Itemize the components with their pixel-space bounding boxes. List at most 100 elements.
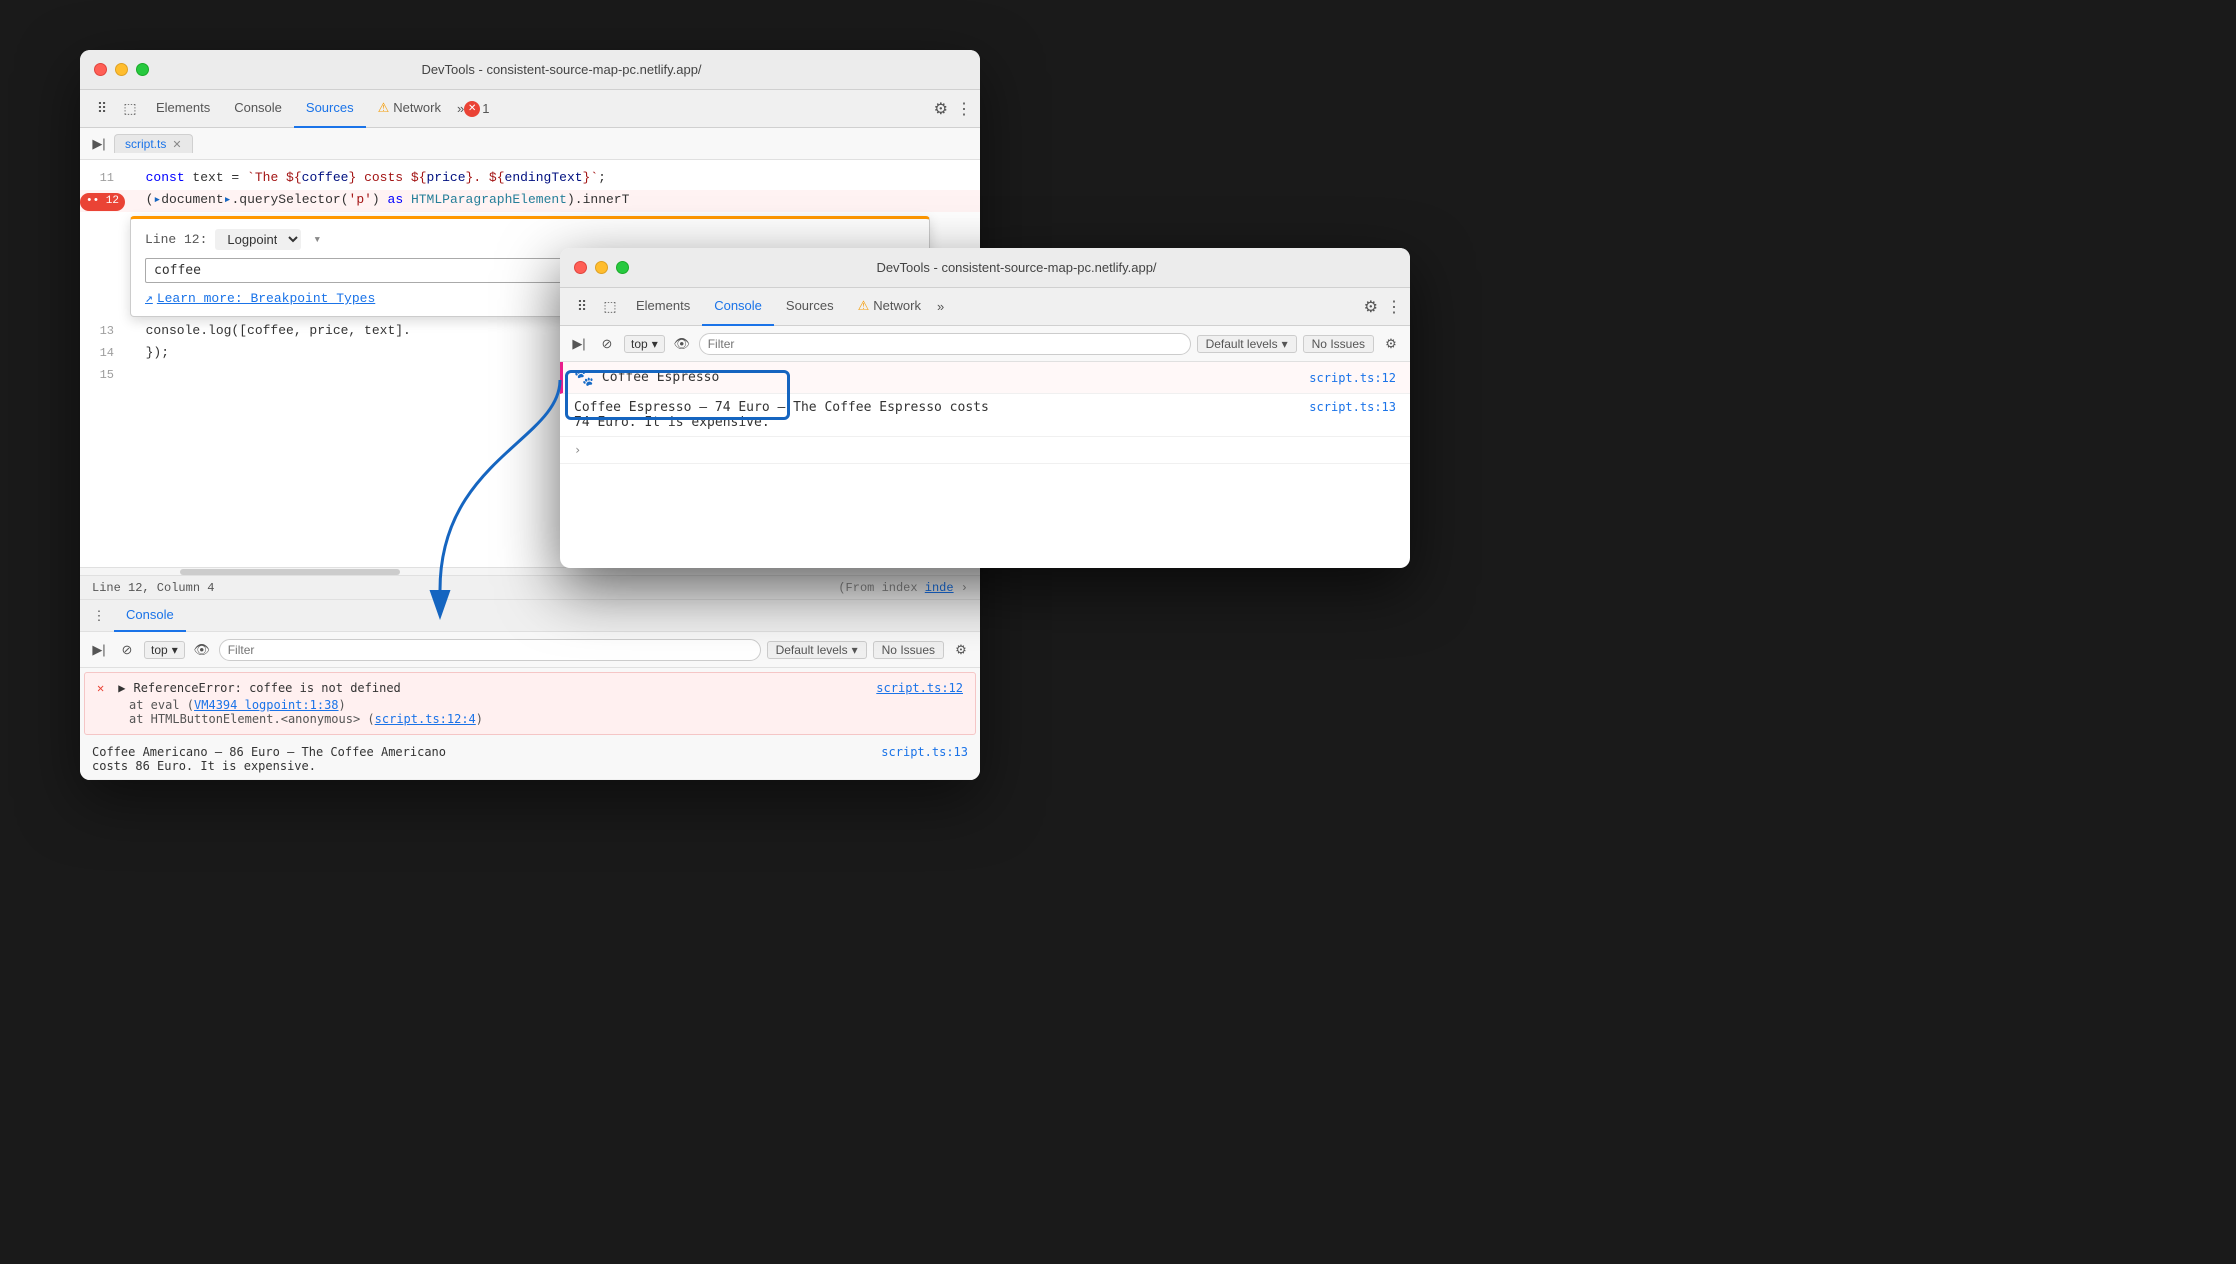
sidebar-toggle-button[interactable]: ▶| [88,133,110,155]
espresso-detail-text: Coffee Espresso – 74 Euro – The Coffee E… [574,400,1301,430]
front-tab-console[interactable]: Console [702,288,774,326]
console-tab-bar: ⋮ Console [80,600,980,632]
more-options-icon[interactable]: ⋮ [956,99,972,119]
error-badge: ✕ [464,101,480,117]
back-block-icon[interactable]: ⊘ [116,639,138,661]
front-device-icon[interactable]: ⬚ [596,293,624,321]
front-devtools-tabs: ⠿ ⬚ Elements Console Sources ⚠ Network »… [560,288,1410,326]
back-devtools-tabs: ⠿ ⬚ Elements Console Sources ⚠ Network »… [80,90,980,128]
logpoint-header: Line 12: Logpoint ▾ [145,229,915,250]
back-sidebar-icon[interactable]: ▶| [88,639,110,661]
minimize-button[interactable] [115,63,128,76]
breakpoint-marker: •• 12 [80,193,125,211]
code-line-11: 11 const text = `The ${coffee} costs ${p… [80,168,980,190]
back-top-badge[interactable]: top ▾ [144,641,185,659]
front-tab-elements[interactable]: Elements [624,288,702,326]
script-link[interactable]: script.ts:12:4 [375,712,476,726]
front-filter-input[interactable] [699,333,1191,355]
back-titlebar: DevTools - consistent-source-map-pc.netl… [80,50,980,90]
expand-triangle[interactable]: ▶ [118,681,125,695]
maximize-button[interactable] [136,63,149,76]
front-console-content: ▶| ⊘ top ▾ 👁 Default levels ▾ No Issues … [560,326,1410,568]
close-file-tab-icon[interactable]: ✕ [172,138,181,151]
front-console-toolbar: ▶| ⊘ top ▾ 👁 Default levels ▾ No Issues … [560,326,1410,362]
panel-icon[interactable]: ⠿ [88,95,116,123]
chevron-down-icon: ▾ [172,643,178,657]
back-filter-input[interactable] [219,639,761,661]
line-number-14: 14 [80,343,130,363]
front-tab-sources[interactable]: Sources [774,288,846,326]
logpoint-line-label: Line 12: [145,232,207,247]
back-console-toolbar: ▶| ⊘ top ▾ 👁 Default levels ▾ No Issues … [80,632,980,668]
more-tabs-icon[interactable]: » [457,101,464,116]
expand-arrow-icon[interactable]: › [574,443,581,457]
back-no-issues: No Issues [873,641,944,659]
front-no-issues: No Issues [1303,335,1374,353]
espresso-log-text: Coffee Espresso [602,370,1301,385]
front-minimize-button[interactable] [595,261,608,274]
status-bar: Line 12, Column 4 (From index inde › [80,575,980,599]
gear-icon[interactable]: ⚙ [934,99,948,119]
front-panel-icon[interactable]: ⠿ [568,293,596,321]
front-block-icon[interactable]: ⊘ [596,333,618,355]
error-count: 1 [482,101,489,116]
file-tab-script[interactable]: script.ts ✕ [114,134,193,153]
front-warning-icon: ⚠ [858,298,870,314]
code-line-12: •• 12 (▸document▸.querySelector('p') as … [80,190,980,212]
expand-icon[interactable]: › [961,581,968,595]
chevron-down-icon: ▾ [852,643,858,657]
americano-log-row: Coffee Americano – 86 Euro – The Coffee … [80,739,980,780]
error-detail-2: at HTMLButtonElement.<anonymous> (script… [97,712,963,726]
espresso-log-link[interactable]: script.ts:12 [1309,371,1396,385]
line-content-12: (▸document▸.querySelector('p') as HTMLPa… [130,190,980,211]
back-eye-icon[interactable]: 👁 [191,639,213,661]
espresso-detail-row: Coffee Espresso – 74 Euro – The Coffee E… [560,394,1410,437]
espresso-icon: 🐾 [574,368,594,387]
americano-log-link[interactable]: script.ts:13 [881,745,968,773]
front-top-badge[interactable]: top ▾ [624,335,665,353]
device-icon[interactable]: ⬚ [116,95,144,123]
front-close-button[interactable] [574,261,587,274]
front-maximize-button[interactable] [616,261,629,274]
external-link-icon: ↗ [145,291,153,306]
logpoint-type-select[interactable]: Logpoint [215,229,301,250]
devtools-front-window: DevTools - consistent-source-map-pc.netl… [560,248,1410,568]
tab-console[interactable]: Console [222,90,294,128]
front-titlebar: DevTools - consistent-source-map-pc.netl… [560,248,1410,288]
back-default-levels[interactable]: Default levels ▾ [767,641,867,659]
front-chevron-down-icon-2: ▾ [1282,337,1288,351]
tab-elements[interactable]: Elements [144,90,222,128]
horizontal-scrollbar[interactable] [80,567,980,575]
americano-log-text: Coffee Americano – 86 Euro – The Coffee … [92,745,869,773]
line-content-11: const text = `The ${coffee} costs ${pric… [130,168,980,189]
front-more-tabs-icon[interactable]: » [937,299,944,314]
espresso-detail-link[interactable]: script.ts:13 [1309,400,1396,414]
file-tab-bar: ▶| script.ts ✕ [80,128,980,160]
front-gear-icon[interactable]: ⚙ [1364,297,1378,317]
front-default-levels[interactable]: Default levels ▾ [1197,335,1297,353]
file-tab-name: script.ts [125,137,166,151]
front-tab-network[interactable]: ⚠ Network [846,288,933,326]
line-number-11: 11 [80,168,130,188]
front-more-options-icon[interactable]: ⋮ [1386,297,1402,317]
espresso-log-row: 🐾 Coffee Espresso script.ts:12 [560,362,1410,394]
front-chevron-down-icon: ▾ [652,337,658,351]
back-settings-icon[interactable]: ⚙ [950,639,972,661]
error-detail-1: at eval (VM4394 logpoint:1:38) [97,698,963,712]
tab-network[interactable]: ⚠ Network [366,90,453,128]
from-status: (From index inde › [838,581,968,595]
error-link-1[interactable]: script.ts:12 [876,681,963,695]
close-button[interactable] [94,63,107,76]
expand-row: › [560,437,1410,464]
three-dots-icon[interactable]: ⋮ [88,605,110,627]
error-text: ReferenceError: coffee is not defined [133,681,400,695]
front-settings-icon[interactable]: ⚙ [1380,333,1402,355]
front-sidebar-icon[interactable]: ▶| [568,333,590,355]
tab-sources[interactable]: Sources [294,90,366,128]
line-number-12: •• 12 [80,190,130,211]
front-eye-icon[interactable]: 👁 [671,333,693,355]
console-tab[interactable]: Console [114,600,186,632]
vm-link[interactable]: VM4394 logpoint:1:38 [194,698,339,712]
error-message-row: ✕ ▶ ReferenceError: coffee is not define… [84,672,976,735]
index-link[interactable]: inde [925,581,954,595]
